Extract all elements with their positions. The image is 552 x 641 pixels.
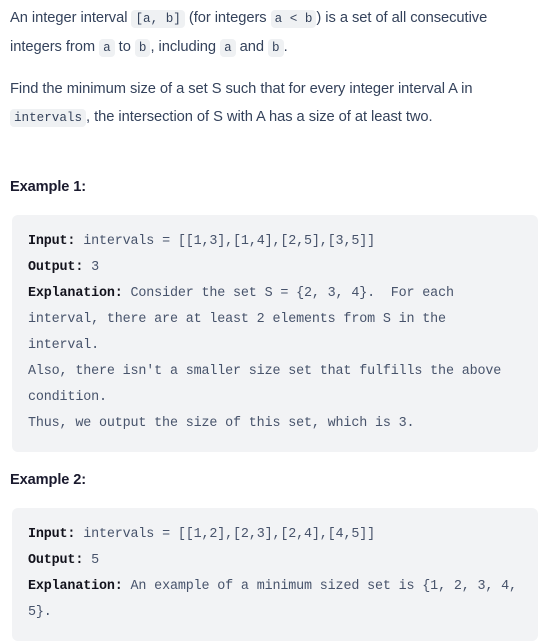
example-1-extra-line-2: Thus, we output the size of this set, wh…	[28, 416, 415, 431]
inline-code-a-1: a	[99, 39, 115, 57]
example-2-input-label: Input:	[28, 527, 76, 542]
example-1-title: Example 1:	[10, 179, 87, 195]
paragraph-1-text-2: (for integers	[184, 10, 271, 26]
example-1-code-block: Input: intervals = [[1,3],[1,4],[2,5],[3…	[12, 215, 538, 452]
example-2-output-value: 5	[83, 553, 99, 568]
example-1-input-label: Input:	[28, 234, 76, 249]
problem-description-panel: An integer interval [a, b] (for integers…	[0, 0, 552, 641]
paragraph-1-text-1: An integer interval	[10, 10, 132, 26]
paragraph-1-text-5: , including	[150, 39, 221, 55]
description-paragraph-1: An integer interval [a, b] (for integers…	[0, 0, 552, 62]
example-1-explanation-label: Explanation:	[28, 286, 123, 301]
gap-below-example-1-title	[0, 195, 552, 215]
spacer-above-example-2	[0, 452, 552, 472]
example-1-output-value: 3	[83, 260, 99, 275]
inline-code-b-1: b	[134, 39, 151, 57]
example-2-code-block: Input: intervals = [[1,2],[2,3],[2,4],[4…	[12, 508, 538, 641]
example-1-output-line: Output: 3	[28, 255, 522, 281]
example-1-input-line: Input: intervals = [[1,3],[1,4],[2,5],[3…	[28, 229, 522, 255]
example-2-explanation-label: Explanation:	[28, 579, 123, 594]
inline-code-interval-notation: [a, b]	[131, 10, 185, 28]
paragraph-1-text-7: .	[283, 39, 288, 55]
inline-code-intervals: intervals	[10, 109, 87, 127]
gap-below-example-2-title	[0, 488, 552, 508]
example-2-explanation-line: Explanation: An example of a minimum siz…	[28, 574, 522, 626]
paragraph-2-text-1: Find the minimum size of a set S such th…	[10, 81, 473, 97]
example-2-input-value: intervals = [[1,2],[2,3],[2,4],[4,5]]	[75, 527, 375, 542]
example-2-input-line: Input: intervals = [[1,2],[2,3],[2,4],[4…	[28, 522, 522, 548]
paragraph-1-text-6: and	[235, 39, 269, 55]
example-2-output-line: Output: 5	[28, 548, 522, 574]
example-1-explanation-line: Explanation: Consider the set S = {2, 3,…	[28, 281, 522, 359]
inline-code-a-lt-b: a < b	[270, 10, 317, 28]
example-1-input-value: intervals = [[1,3],[1,4],[2,5],[3,5]]	[75, 234, 375, 249]
inline-code-b-2: b	[268, 39, 284, 57]
inline-code-a-2: a	[220, 39, 236, 57]
example-2-output-label: Output:	[28, 553, 84, 568]
example-1-output-label: Output:	[28, 260, 84, 275]
spacer-above-example-1	[0, 132, 552, 179]
paragraph-2-text-2: , the intersection of S with A has a siz…	[86, 109, 433, 125]
example-2-title: Example 2:	[10, 472, 87, 488]
description-paragraph-2: Find the minimum size of a set S such th…	[0, 62, 552, 132]
example-1-extra-line-1: Also, there isn't a smaller size set tha…	[28, 364, 510, 405]
paragraph-1-text-4: to	[114, 39, 135, 55]
